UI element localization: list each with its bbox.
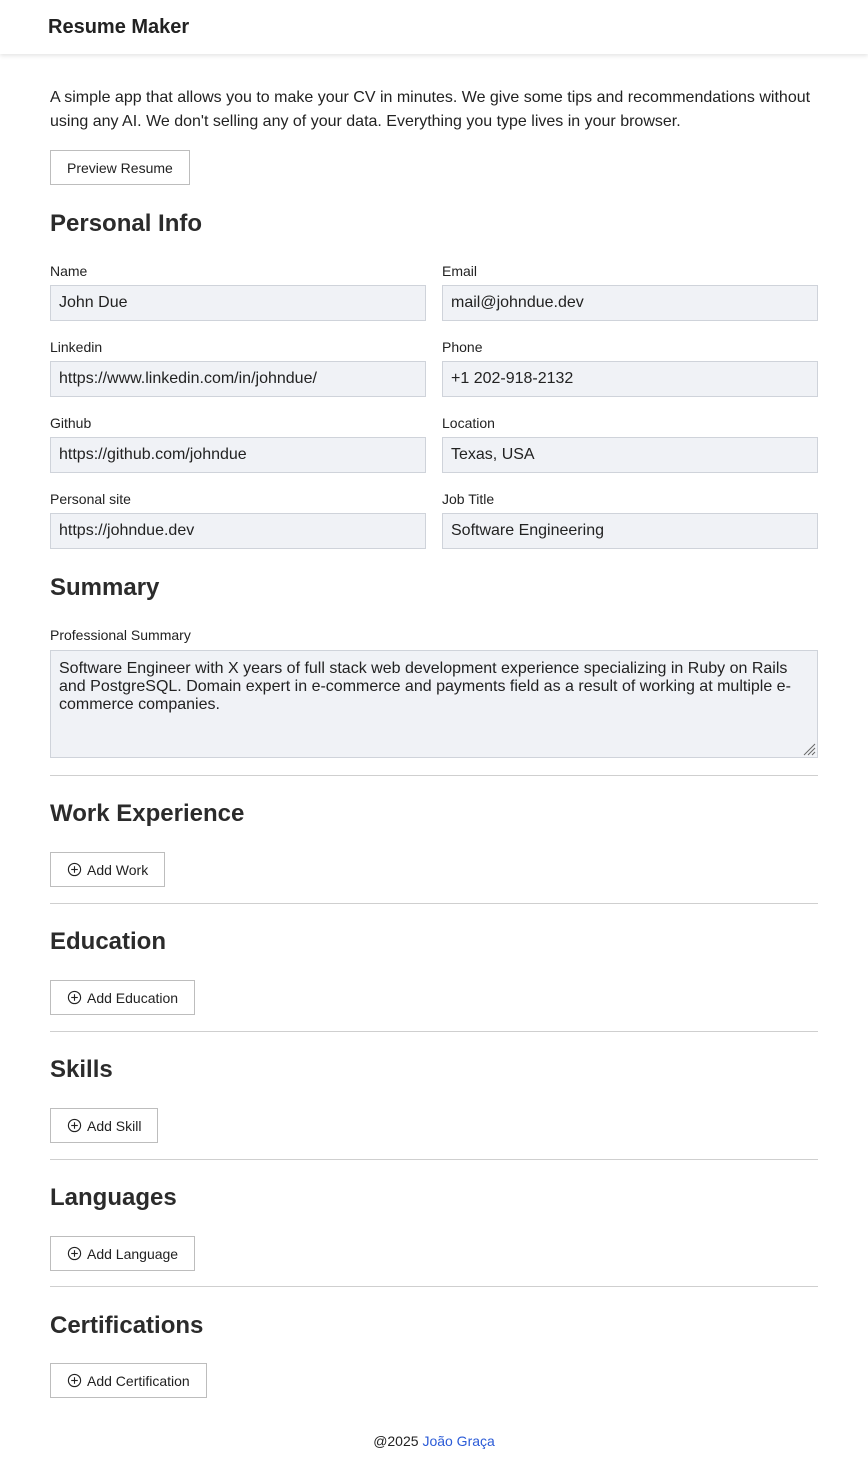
linkedin-label: Linkedin [50,339,103,355]
add-work-label: Add Work [87,861,149,878]
phone-input[interactable] [442,361,818,397]
email-input[interactable] [442,285,818,321]
add-language-label: Add Language [87,1245,179,1262]
work-experience-heading: Work Experience [50,800,245,827]
education-heading: Education [50,928,167,955]
personal-site-input[interactable] [50,513,426,549]
page-footer: @2025 João Graça [0,1433,868,1449]
section-divider [50,775,818,776]
plus-circle-icon [67,1246,82,1261]
add-education-label: Add Education [87,989,179,1006]
job-title-label: Job Title [442,491,495,507]
plus-circle-icon [67,990,82,1005]
plus-circle-icon [67,1373,82,1388]
section-divider [50,1031,818,1032]
location-label: Location [442,415,495,431]
add-certification-label: Add Certification [87,1372,190,1389]
certifications-heading: Certifications [50,1312,204,1339]
section-divider [50,903,818,904]
author-link[interactable]: João Graça [422,1433,494,1449]
job-title-input[interactable] [442,513,818,549]
name-input[interactable] [50,285,426,321]
linkedin-input[interactable] [50,361,426,397]
languages-heading: Languages [50,1184,177,1211]
github-input[interactable] [50,437,426,473]
add-work-button[interactable]: Add Work [50,852,166,887]
copyright-text: @2025 [373,1433,419,1449]
phone-label: Phone [442,339,483,355]
plus-circle-icon [67,862,82,877]
personal-site-label: Personal site [50,491,131,507]
summary-field-wrapper: Software Engineer with X years of full s… [50,650,818,758]
professional-summary-label: Professional Summary [50,627,191,643]
summary-heading: Summary [50,574,160,601]
plus-circle-icon [67,1118,82,1133]
intro-text: A simple app that allows you to make you… [50,89,811,130]
preview-resume-button[interactable]: Preview Resume [50,150,190,185]
add-language-button[interactable]: Add Language [50,1236,196,1271]
github-label: Github [50,415,92,431]
top-navbar: Resume Maker [0,0,868,54]
add-skill-label: Add Skill [87,1117,142,1134]
section-divider [50,1159,818,1160]
add-skill-button[interactable]: Add Skill [50,1108,159,1143]
personal-info-heading: Personal Info [50,210,203,237]
resize-grip-icon[interactable] [802,742,816,756]
add-certification-button[interactable]: Add Certification [50,1363,207,1398]
name-label: Name [50,263,88,279]
section-divider [50,1286,818,1287]
location-input[interactable] [442,437,818,473]
app-brand[interactable]: Resume Maker [48,16,189,39]
professional-summary-textarea[interactable]: Software Engineer with X years of full s… [50,650,818,758]
skills-heading: Skills [50,1056,113,1083]
add-education-button[interactable]: Add Education [50,980,196,1015]
email-label: Email [442,263,478,279]
